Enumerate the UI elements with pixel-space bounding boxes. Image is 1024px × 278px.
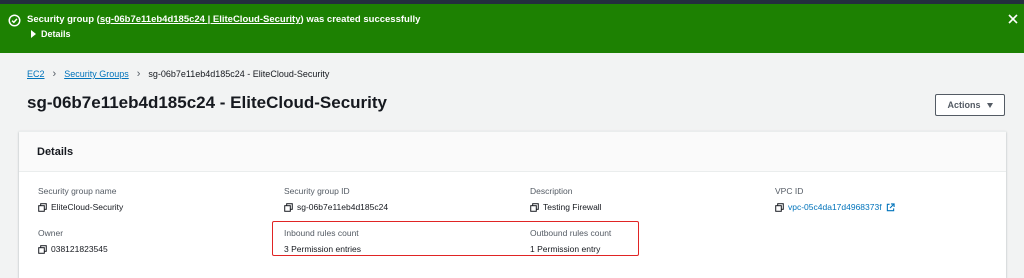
field-label: Description: [530, 186, 573, 196]
field-value: Testing Firewall: [543, 202, 602, 212]
field-label: Owner: [38, 228, 64, 238]
breadcrumb: EC2 › Security Groups › sg-06b7e11eb4d18…: [27, 68, 329, 80]
success-check-icon: [8, 14, 21, 27]
vpc-id-link[interactable]: vpc-05c4da17d4968373f: [788, 202, 882, 212]
flash-message-suffix: ) was created successfully: [300, 14, 421, 25]
page-title: sg-06b7e11eb4d185c24 - EliteCloud-Securi…: [27, 93, 387, 112]
actions-button[interactable]: Actions: [935, 94, 1005, 116]
actions-button-label: Actions: [947, 100, 981, 110]
field-security-group-name: Security group name EliteCloud-Security: [38, 186, 123, 212]
caret-down-icon: [986, 102, 993, 108]
close-icon[interactable]: [1008, 14, 1018, 24]
field-value: EliteCloud-Security: [51, 202, 124, 212]
flash-message: Security group (sg-06b7e11eb4d185c24 | E…: [27, 14, 420, 25]
details-heading: Details: [37, 146, 74, 158]
flash-message-prefix: Security group (: [27, 14, 100, 25]
copy-icon[interactable]: [530, 202, 539, 212]
copy-icon[interactable]: [38, 202, 47, 212]
field-label: VPC ID: [775, 186, 804, 196]
flash-security-group-link[interactable]: sg-06b7e11eb4d185c24 | EliteCloud-Securi…: [100, 14, 301, 25]
field-security-group-id: Security group ID sg-06b7e11eb4d185c24: [284, 186, 388, 212]
field-vpc-id: VPC ID vpc-05c4da17d4968373f: [775, 186, 895, 212]
field-label: Security group name: [38, 186, 117, 196]
success-flash-banner: Security group (sg-06b7e11eb4d185c24 | E…: [0, 4, 1024, 53]
flash-details-toggle[interactable]: Details: [31, 29, 71, 39]
field-owner: Owner 038121823545: [38, 228, 108, 254]
breadcrumb-security-groups[interactable]: Security Groups: [64, 69, 129, 79]
caret-right-icon: [31, 30, 36, 38]
chevron-right-icon: ›: [52, 68, 57, 80]
field-label: Security group ID: [284, 186, 350, 196]
breadcrumb-ec2[interactable]: EC2: [27, 69, 45, 79]
chevron-right-icon: ›: [136, 68, 141, 80]
copy-icon[interactable]: [775, 202, 784, 212]
field-description: Description Testing Firewall: [530, 186, 602, 212]
rules-count-highlight-box: [272, 221, 639, 256]
copy-icon[interactable]: [284, 202, 293, 212]
external-link-icon[interactable]: [886, 202, 895, 212]
flash-details-label: Details: [41, 29, 71, 39]
details-panel-header: Details: [19, 132, 1006, 172]
field-value: 038121823545: [51, 244, 108, 254]
copy-icon[interactable]: [38, 244, 47, 254]
breadcrumb-current: sg-06b7e11eb4d185c24 - EliteCloud-Securi…: [148, 69, 330, 79]
field-value: sg-06b7e11eb4d185c24: [297, 202, 389, 212]
